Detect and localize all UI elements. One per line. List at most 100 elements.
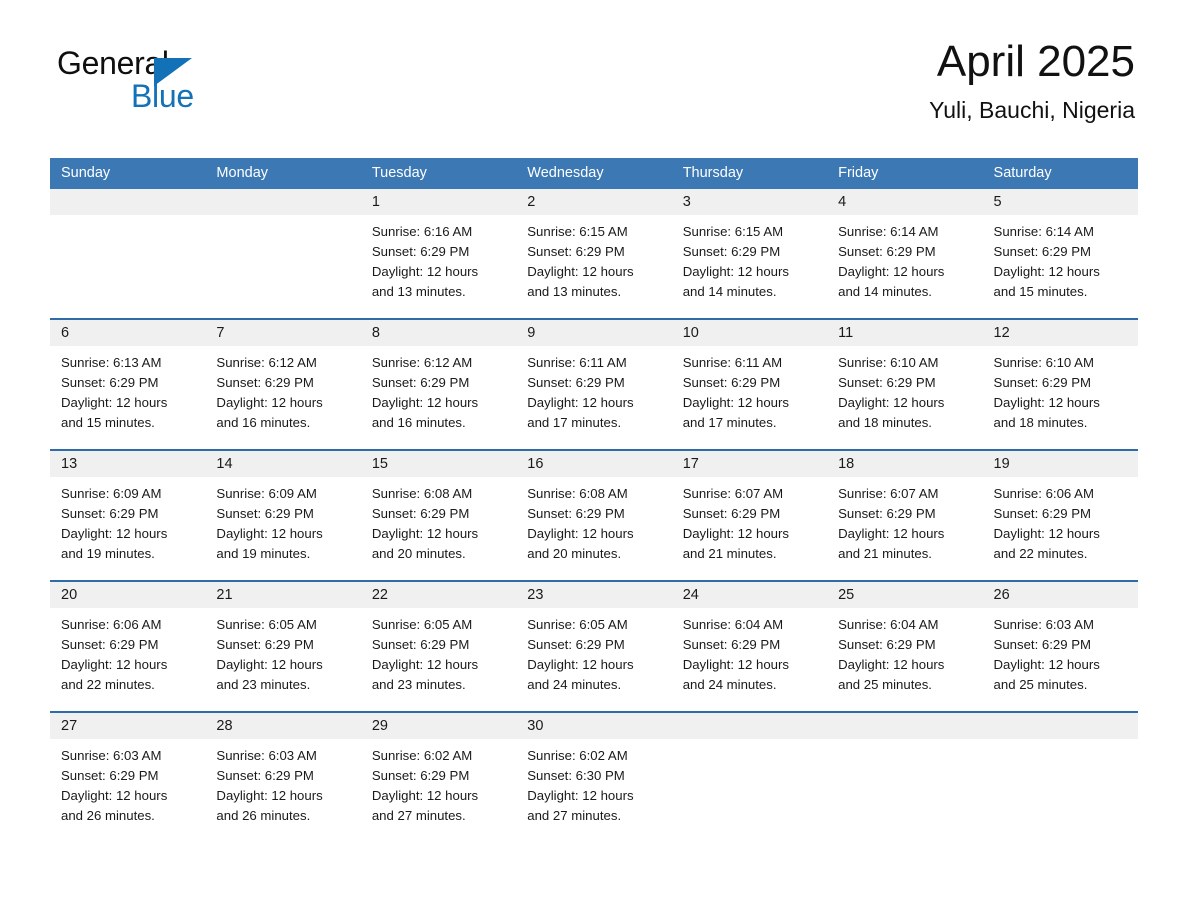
day-number[interactable]: 9 [516,320,671,346]
calendar-page: General Blue April 2025 Yuli, Bauchi, Ni… [0,0,1188,918]
day-number[interactable]: 4 [827,189,982,215]
day-cell[interactable]: Sunrise: 6:04 AM Sunset: 6:29 PM Daylight:… [827,608,982,692]
day-detail-line: Sunrise: 6:09 AM [216,486,317,501]
day-detail-line: Sunset: 6:29 PM [838,375,936,390]
day-number[interactable]: 25 [827,582,982,608]
day-number[interactable]: 26 [983,582,1138,608]
day-cell[interactable]: Sunrise: 6:12 AM Sunset: 6:29 PM Daylight:… [205,346,360,430]
day-cell[interactable]: Sunrise: 6:12 AM Sunset: 6:29 PM Daylight:… [361,346,516,430]
day-cell[interactable]: Sunrise: 6:14 AM Sunset: 6:29 PM Daylight:… [983,215,1138,299]
day-detail-line: Sunset: 6:29 PM [61,506,159,521]
day-detail-line: Sunrise: 6:04 AM [682,617,784,632]
day-number[interactable]: 3 [672,189,827,215]
day-cell[interactable]: Sunrise: 6:16 AM Sunset: 6:29 PM Daylight:… [361,215,516,299]
day-number[interactable]: 18 [827,451,982,477]
day-cell[interactable]: Sunrise: 6:08 AM Sunset: 6:29 PM Daylight:… [516,477,671,561]
day-cell[interactable]: Sunrise: 6:15 AM Sunset: 6:29 PM Daylight:… [516,215,671,299]
day-detail-line: Sunset: 6:29 PM [838,637,936,652]
day-cell-empty [672,739,827,821]
day-detail-line: Daylight: 12 hours [371,657,479,672]
day-number[interactable]: 24 [672,582,827,608]
day-number[interactable]: 7 [205,320,360,346]
day-number[interactable]: 20 [50,582,205,608]
day-cell[interactable]: Sunrise: 6:11 AM Sunset: 6:29 PM Daylight:… [672,346,827,430]
day-cell[interactable]: Sunrise: 6:13 AM Sunset: 6:29 PM Daylight:… [50,346,205,430]
day-cell[interactable]: Sunrise: 6:03 AM Sunset: 6:29 PM Daylight:… [50,739,205,823]
day-number[interactable]: 30 [516,713,671,739]
day-number-empty [205,189,360,215]
day-detail-line: Sunset: 6:29 PM [993,244,1092,259]
day-number[interactable]: 11 [827,320,982,346]
day-cell[interactable]: Sunrise: 6:15 AM Sunset: 6:29 PM Daylight:… [672,215,827,299]
day-cell[interactable]: Sunrise: 6:04 AM Sunset: 6:29 PM Daylight:… [672,608,827,692]
day-detail-line: and 22 minutes. [993,546,1088,561]
day-number[interactable]: 5 [983,189,1138,215]
day-detail-band: Sunrise: 6:09 AM Sunset: 6:29 PM Daylight:… [50,477,1138,561]
day-number[interactable]: 1 [361,189,516,215]
day-cell[interactable]: Sunrise: 6:07 AM Sunset: 6:29 PM Daylight:… [672,477,827,561]
day-detail-line: Daylight: 12 hours [838,657,945,672]
day-detail-line: Daylight: 12 hours [993,395,1100,410]
day-detail-line: and 15 minutes. [993,284,1088,299]
day-cell[interactable]: Sunrise: 6:07 AM Sunset: 6:29 PM Daylight:… [827,477,982,561]
day-cell[interactable]: Sunrise: 6:02 AM Sunset: 6:30 PM Daylight:… [516,739,671,823]
day-number[interactable]: 13 [50,451,205,477]
day-cell[interactable]: Sunrise: 6:05 AM Sunset: 6:29 PM Daylight:… [205,608,360,692]
day-cell[interactable]: Sunrise: 6:06 AM Sunset: 6:29 PM Daylight:… [50,608,205,692]
day-cell-empty [205,215,360,297]
day-cell[interactable]: Sunrise: 6:03 AM Sunset: 6:29 PM Daylight:… [983,608,1138,692]
day-number[interactable]: 29 [361,713,516,739]
day-number[interactable]: 17 [672,451,827,477]
day-cell[interactable]: Sunrise: 6:05 AM Sunset: 6:29 PM Daylight:… [361,608,516,692]
day-number-band: 13 14 15 16 17 18 19 [50,451,1138,477]
day-detail-band: Sunrise: 6:16 AM Sunset: 6:29 PM Daylight:… [50,215,1138,299]
day-detail-line: Daylight: 12 hours [838,526,945,541]
day-detail-line: Sunrise: 6:02 AM [371,748,473,763]
day-detail-line: and 13 minutes. [527,284,622,299]
day-detail-line: Sunset: 6:29 PM [371,244,470,259]
day-number[interactable]: 16 [516,451,671,477]
day-cell[interactable]: Sunrise: 6:11 AM Sunset: 6:29 PM Daylight:… [516,346,671,430]
day-number[interactable]: 22 [361,582,516,608]
day-detail-band: Sunrise: 6:03 AM Sunset: 6:29 PM Daylight:… [50,739,1138,823]
day-detail-line: and 20 minutes. [527,546,622,561]
weekday-header-thursday: Thursday [682,165,744,181]
day-number[interactable]: 21 [205,582,360,608]
day-number-band: 20 21 22 23 24 25 26 [50,582,1138,608]
day-cell[interactable]: Sunrise: 6:08 AM Sunset: 6:29 PM Daylight:… [361,477,516,561]
day-detail-line: and 16 minutes. [371,415,466,430]
day-detail-line: Daylight: 12 hours [61,657,168,672]
day-detail-line: and 23 minutes. [216,677,311,692]
day-detail-line: and 16 minutes. [216,415,311,430]
calendar-grid: Sunday Monday Tuesday Wednesday Thursday Frid… [50,158,1138,823]
day-number[interactable]: 6 [50,320,205,346]
day-cell[interactable]: Sunrise: 6:03 AM Sunset: 6:29 PM Daylight:… [205,739,360,823]
day-detail-line: Daylight: 12 hours [682,395,789,410]
day-cell[interactable]: Sunrise: 6:10 AM Sunset: 6:29 PM Daylight:… [827,346,982,430]
day-cell[interactable]: Sunrise: 6:05 AM Sunset: 6:29 PM Daylight:… [516,608,671,692]
day-number[interactable]: 23 [516,582,671,608]
day-number[interactable]: 28 [205,713,360,739]
day-cell[interactable]: Sunrise: 6:14 AM Sunset: 6:29 PM Daylight:… [827,215,982,299]
day-cell[interactable]: Sunrise: 6:09 AM Sunset: 6:29 PM Daylight:… [205,477,360,561]
day-number[interactable]: 14 [205,451,360,477]
day-cell[interactable]: Sunrise: 6:06 AM Sunset: 6:29 PM Daylight:… [983,477,1138,561]
day-detail-line: and 17 minutes. [527,415,622,430]
day-number[interactable]: 2 [516,189,671,215]
day-detail-line: Daylight: 12 hours [527,264,634,279]
page-header: General Blue April 2025 Yuli, Bauchi, Ni… [0,0,1188,123]
day-number[interactable]: 15 [361,451,516,477]
day-cell[interactable]: Sunrise: 6:09 AM Sunset: 6:29 PM Daylight:… [50,477,205,561]
day-number[interactable]: 12 [983,320,1138,346]
day-number[interactable]: 27 [50,713,205,739]
page-subtitle: Yuli, Bauchi, Nigeria [929,97,1135,124]
day-detail-line: Sunset: 6:29 PM [371,768,470,783]
day-cell[interactable]: Sunrise: 6:02 AM Sunset: 6:29 PM Daylight:… [361,739,516,823]
logo-text-blue: Blue [131,78,194,114]
day-cell[interactable]: Sunrise: 6:10 AM Sunset: 6:29 PM Daylight:… [983,346,1138,430]
day-detail-line: and 25 minutes. [993,677,1088,692]
day-detail-line: Sunset: 6:29 PM [682,506,781,521]
day-number[interactable]: 19 [983,451,1138,477]
day-number[interactable]: 10 [672,320,827,346]
day-number[interactable]: 8 [361,320,516,346]
